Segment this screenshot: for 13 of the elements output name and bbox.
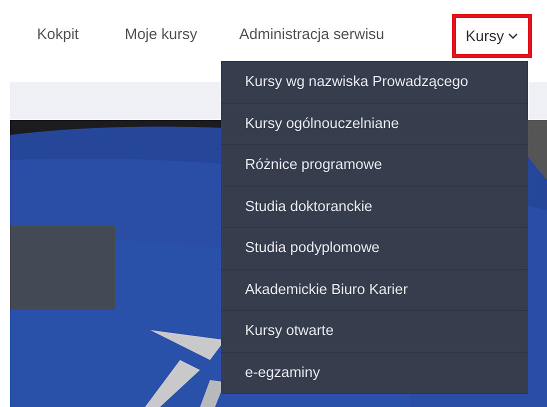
nav-dropdown[interactable]: Kursy (452, 14, 532, 58)
nav-link[interactable]: Moje kursy (124, 14, 198, 55)
menu-item[interactable]: Kursy ogólnouczelniane (221, 104, 528, 145)
menu-item[interactable]: Akademickie Biuro Karier (221, 270, 528, 311)
nav-link[interactable]: Administracja serwisu (239, 14, 384, 55)
menu-item[interactable]: e-egzaminy (221, 352, 528, 394)
menu-item[interactable]: Kursy wg nazwiska Prowadzącego (221, 62, 528, 104)
menu-item[interactable]: Studia podyplomowe (221, 228, 528, 270)
menu-item[interactable]: Różnice programowe (221, 145, 528, 186)
menu-item[interactable]: Studia doktoranckie (221, 186, 528, 228)
menu-item[interactable]: Kursy otwarte (221, 311, 528, 352)
caret-icon (508, 33, 518, 39)
nav-link[interactable]: Kokpit (37, 14, 79, 55)
